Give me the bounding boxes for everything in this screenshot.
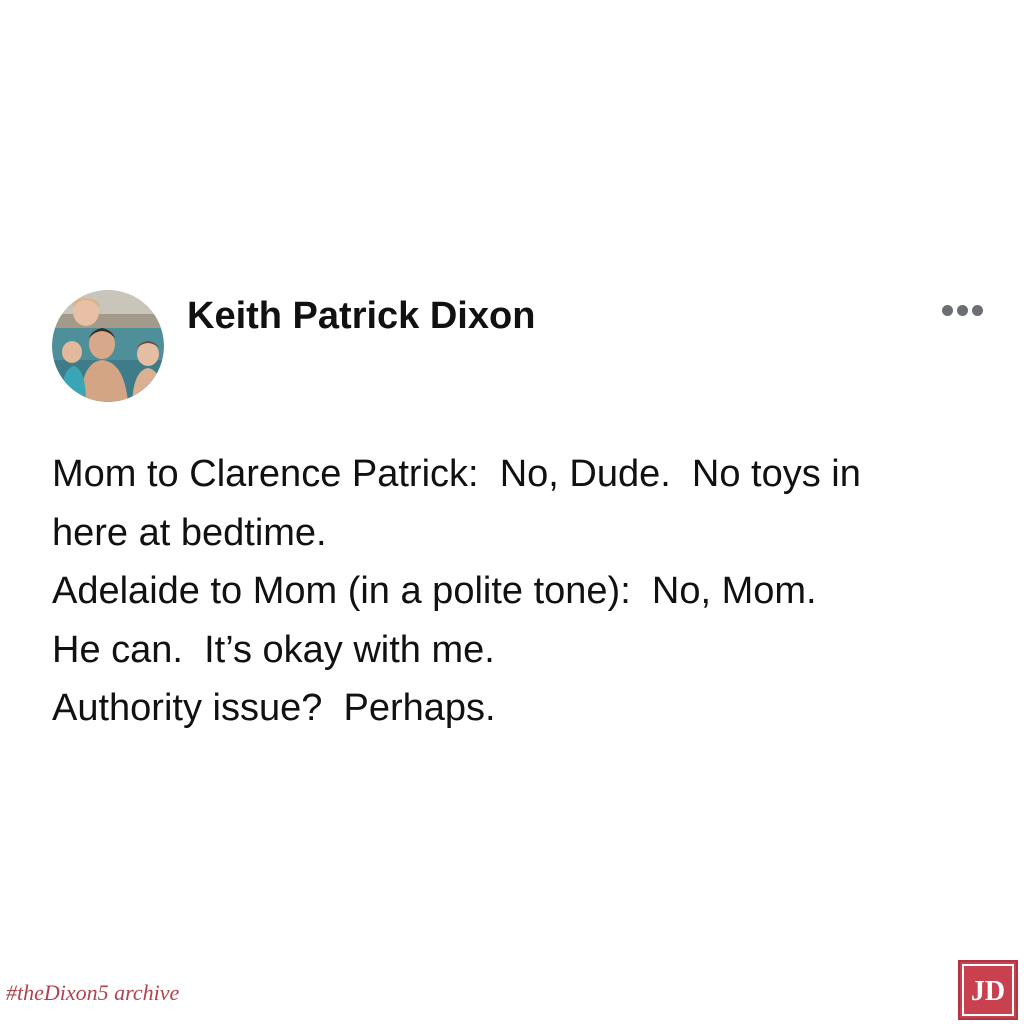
post-line: here at bedtime.	[52, 511, 327, 554]
archive-watermark: #theDixon5 archive	[6, 980, 180, 1005]
more-options-button[interactable]	[932, 295, 992, 325]
author-name[interactable]: Keith Patrick Dixon	[187, 292, 535, 340]
jd-logo: JD	[958, 960, 1018, 1020]
post-line: Authority issue? Perhaps.	[52, 687, 496, 729]
family-photo-avatar	[52, 290, 164, 402]
more-horizontal-icon	[971, 304, 983, 316]
logo-text: JD	[971, 976, 1005, 1007]
avatar[interactable]	[52, 290, 164, 402]
more-horizontal-icon	[941, 304, 953, 316]
more-horizontal-icon	[956, 304, 968, 316]
post-body: Mom to Clarence Patrick: No, Dude. No to…	[52, 445, 1012, 738]
post-line: Mom to Clarence Patrick: No, Dude. No to…	[52, 453, 861, 495]
post-line: Adelaide to Mom (in a polite tone): No, …	[52, 570, 817, 612]
post-line: He can. It’s okay with me.	[52, 628, 495, 671]
